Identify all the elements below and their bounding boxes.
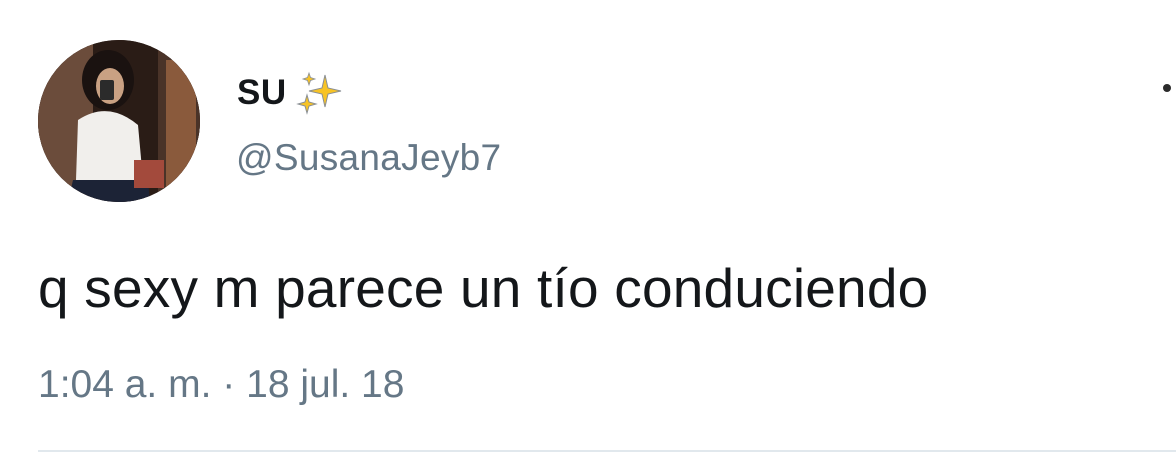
user-handle[interactable]: @SusanaJeyb7	[236, 137, 501, 179]
avatar-photo	[38, 40, 200, 202]
tweet-date[interactable]: 18 jul. 18	[246, 363, 404, 406]
tweet-text: q sexy m parece un tío conduciendo	[38, 257, 929, 319]
meta-separator: ·	[222, 363, 236, 406]
avatar[interactable]	[38, 40, 200, 202]
more-dots-icon[interactable]	[1163, 84, 1171, 92]
user-name-row[interactable]: SU	[237, 68, 343, 118]
divider	[38, 450, 1176, 452]
tweet-timestamp[interactable]: 1:04 a. m. · 18 jul. 18	[38, 363, 404, 407]
tweet-time[interactable]: 1:04 a. m.	[38, 363, 211, 406]
cropped-top-content	[640, 0, 810, 4]
sparkles-icon	[295, 71, 341, 115]
display-name[interactable]: SU	[237, 73, 287, 113]
